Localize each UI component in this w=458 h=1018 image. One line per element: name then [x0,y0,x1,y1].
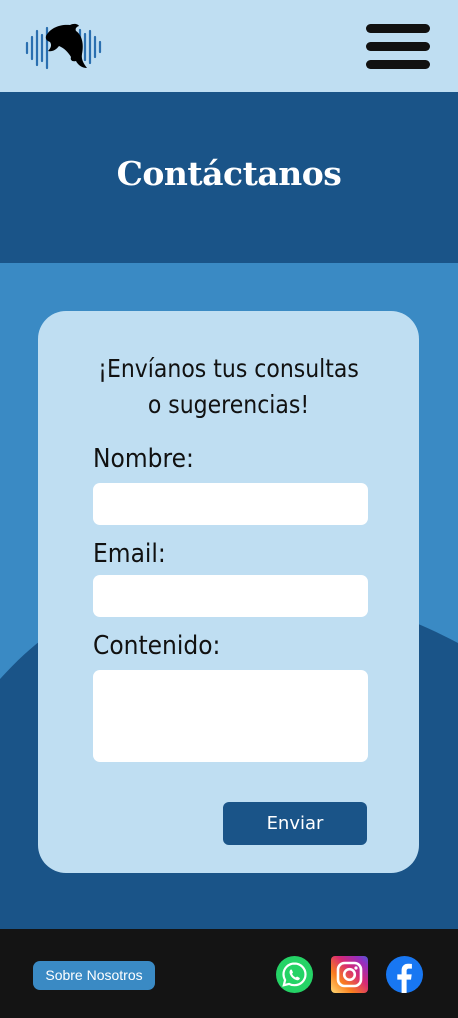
content-label: Contenido: [93,631,221,661]
name-input[interactable] [93,483,368,525]
top-header [0,0,458,92]
email-input[interactable] [93,575,368,617]
whatsapp-icon[interactable] [276,956,313,993]
email-label: Email: [93,539,166,569]
form-subtitle: ¡Envíanos tus consultas o sugerencias! [98,354,359,419]
dolphin-logo-icon[interactable] [24,22,104,70]
menu-button[interactable] [366,22,430,70]
about-us-button[interactable]: Sobre Nosotros [33,961,155,990]
hamburger-line [366,24,430,33]
hamburger-line [366,60,430,69]
content-textarea[interactable] [93,670,368,762]
facebook-icon[interactable] [386,956,423,993]
submit-button[interactable]: Enviar [223,802,367,845]
name-label: Nombre: [93,444,194,474]
hero-banner: Contáctanos [0,92,458,263]
hamburger-line [366,42,430,51]
instagram-icon[interactable] [331,956,368,993]
footer: Sobre Nosotros [0,929,458,1018]
page-title: Contáctanos [116,154,342,193]
contact-form-card: ¡Envíanos tus consultas o sugerencias! N… [38,311,419,873]
